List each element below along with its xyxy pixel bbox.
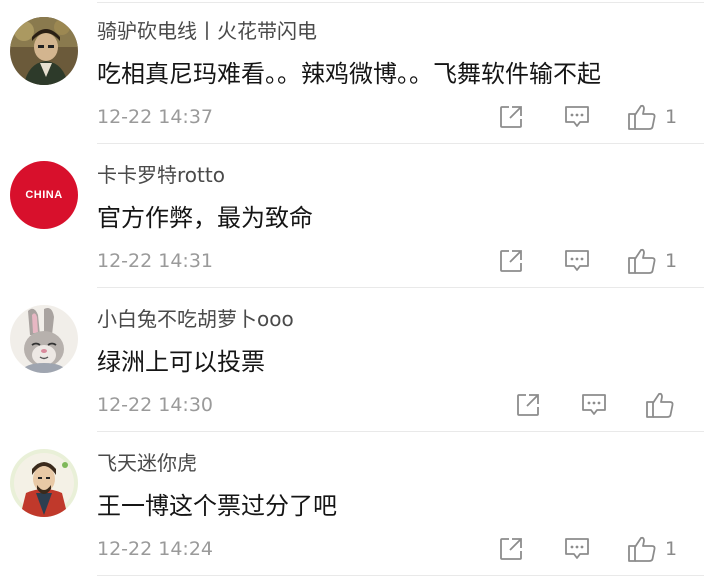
comment-feed: 骑驴砍电线丨火花带闪电 吃相真尼玛难看。。辣鸡微博。。飞舞软件输不起 12-22… xyxy=(0,0,726,587)
divider xyxy=(97,575,704,576)
avatar[interactable] xyxy=(10,17,78,85)
timestamp: 12-22 14:31 xyxy=(97,250,214,272)
reply-button[interactable] xyxy=(563,104,591,130)
avatar[interactable]: CHINA xyxy=(10,161,78,229)
timestamp: 12-22 14:37 xyxy=(97,106,214,128)
share-icon xyxy=(500,106,522,128)
share-button[interactable] xyxy=(498,536,524,562)
comment-icon xyxy=(582,394,606,415)
like-button[interactable]: 1 xyxy=(627,248,677,274)
painted-man-avatar-icon xyxy=(10,17,78,85)
username[interactable]: 骑驴砍电线丨火花带闪电 xyxy=(97,18,317,44)
username[interactable]: 卡卡罗特rotto xyxy=(97,162,225,188)
timestamp: 12-22 14:24 xyxy=(97,538,214,560)
like-count: 1 xyxy=(665,250,678,272)
share-icon xyxy=(500,250,522,272)
like-button[interactable]: 1 xyxy=(627,536,677,562)
share-button[interactable] xyxy=(498,104,524,130)
username[interactable]: 飞天迷你虎 xyxy=(97,450,197,476)
share-icon xyxy=(517,394,539,416)
comment-item: CHINA 卡卡罗特rotto 官方作弊，最为致命 12-22 14:31 1 xyxy=(0,144,726,288)
like-button[interactable]: 1 xyxy=(627,104,677,130)
china-red-badge-avatar-icon: CHINA xyxy=(25,189,63,201)
comment-text: 官方作弊，最为致命 xyxy=(97,204,313,232)
thumbs-up-icon xyxy=(628,536,656,562)
avatar[interactable] xyxy=(10,305,78,373)
like-count: 1 xyxy=(665,106,678,128)
comment-item: 小白兔不吃胡萝卜ooo 绿洲上可以投票 12-22 14:30 xyxy=(0,288,726,432)
reply-button[interactable] xyxy=(563,536,591,562)
share-button[interactable] xyxy=(498,248,524,274)
cartoon-bunny-avatar-icon xyxy=(10,305,78,373)
cartoon-wizard-avatar-icon xyxy=(10,449,78,517)
comment-icon xyxy=(565,538,589,559)
comment-icon xyxy=(565,250,589,271)
comment-item: 飞天迷你虎 王一博这个票过分了吧 12-22 14:24 1 xyxy=(0,432,726,576)
share-icon xyxy=(500,538,522,560)
share-button[interactable] xyxy=(515,392,541,418)
reply-button[interactable] xyxy=(580,392,608,418)
comment-item: 骑驴砍电线丨火花带闪电 吃相真尼玛难看。。辣鸡微博。。飞舞软件输不起 12-22… xyxy=(0,0,726,144)
comment-icon xyxy=(565,106,589,127)
comment-text: 吃相真尼玛难看。。辣鸡微博。。飞舞软件输不起 xyxy=(97,60,601,88)
username[interactable]: 小白兔不吃胡萝卜ooo xyxy=(97,306,294,332)
like-button[interactable] xyxy=(645,392,675,418)
thumbs-up-icon xyxy=(628,248,656,274)
timestamp: 12-22 14:30 xyxy=(97,394,214,416)
comment-text: 王一博这个票过分了吧 xyxy=(97,492,337,520)
thumbs-up-icon xyxy=(646,392,674,418)
thumbs-up-icon xyxy=(628,104,656,130)
comment-text: 绿洲上可以投票 xyxy=(97,348,265,376)
avatar[interactable] xyxy=(10,449,78,517)
reply-button[interactable] xyxy=(563,248,591,274)
like-count: 1 xyxy=(665,538,678,560)
